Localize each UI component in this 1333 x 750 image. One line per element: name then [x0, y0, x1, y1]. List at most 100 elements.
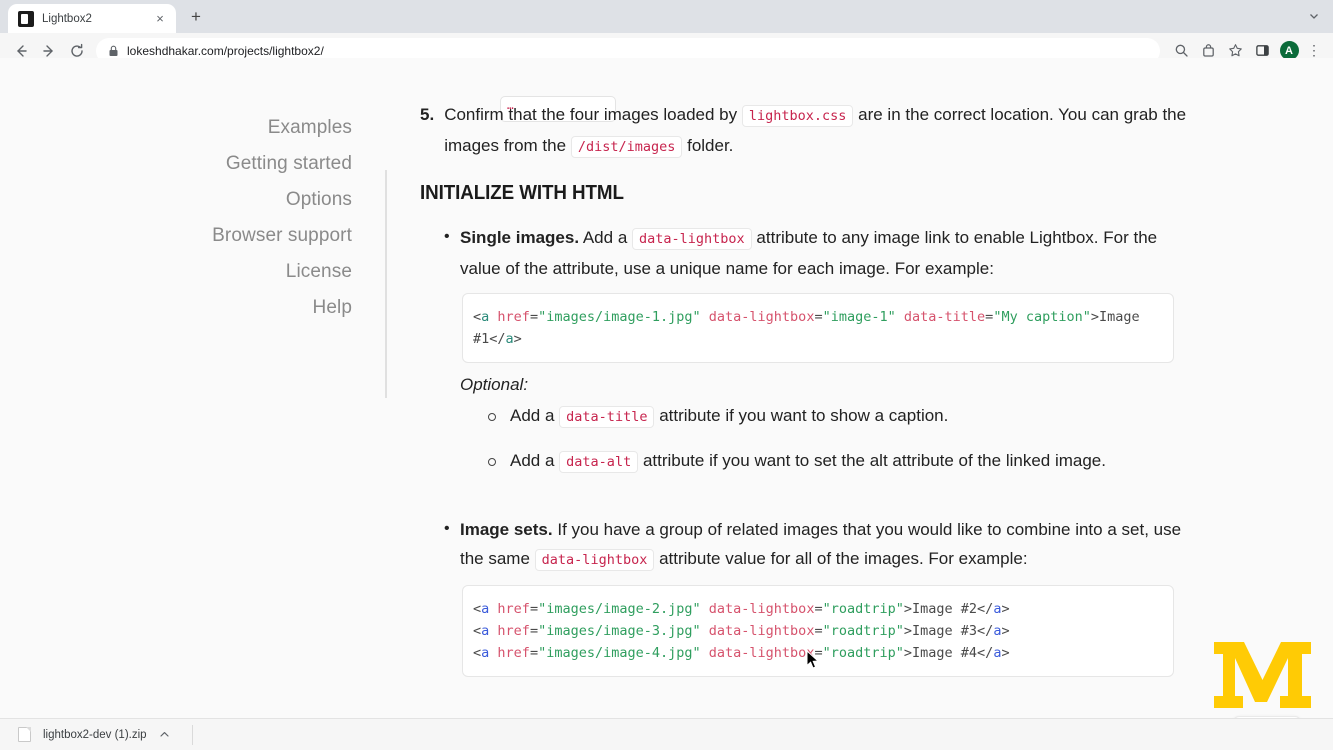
code2-l1-attr2: data-lightbox: [708, 601, 815, 617]
code-value-data-lightbox: "image-1": [822, 309, 896, 325]
code2-l2-val2: "roadtrip": [822, 623, 904, 639]
step-text-part3: folder.: [687, 136, 734, 155]
code2-l1-tag: a: [481, 601, 490, 617]
instruction-list: Single images. Add a data-lightbox attri…: [420, 222, 1200, 283]
code2-l1-val1: "images/image-2.jpg": [538, 601, 701, 617]
inline-code-data-title: data-title: [559, 406, 655, 428]
sidebar-nav: Examples Getting started Options Browser…: [0, 110, 370, 326]
code-value-href: "images/image-1.jpg": [538, 309, 701, 325]
code2-l2-tag: a: [481, 623, 490, 639]
code-gt: >: [1090, 309, 1099, 325]
code2-l3-text: Image #4: [912, 645, 978, 661]
list-item-single-images: Single images. Add a data-lightbox attri…: [420, 222, 1200, 283]
optional-list: Add a data-title attribute if you want t…: [484, 401, 1200, 477]
code2-l1-cgt: >: [1001, 601, 1010, 617]
sidebar-item-license[interactable]: License: [0, 254, 352, 290]
code-attr-href: href: [497, 309, 530, 325]
tab-title: Lightbox2: [42, 12, 92, 25]
bullet-strong-label-2: Image sets.: [460, 520, 553, 539]
code2-l1-gt: >: [903, 601, 913, 617]
code2-l2-text: Image #3: [912, 623, 978, 639]
code2-l1-open: <: [473, 601, 482, 617]
code-tag-name: a: [481, 309, 490, 325]
code2-l3-close: </: [977, 645, 994, 661]
address-bar-url: lokeshdhakar.com/projects/lightbox2/: [127, 43, 324, 58]
page-title: INITIALIZE WITH HTML: [420, 182, 624, 204]
code-open-bracket: <: [473, 309, 482, 325]
inline-code-data-lightbox-2: data-lightbox: [534, 549, 655, 571]
optional-label: Optional:: [460, 375, 529, 394]
sidebar-item-getting-started[interactable]: Getting started: [0, 146, 352, 182]
step-text-part1: Confirm that the four images loaded by: [444, 105, 738, 124]
bullet-text-part2-2: attribute value for all of the images. F…: [659, 549, 1028, 568]
instruction-list-2: Image sets. If you have a group of relat…: [420, 514, 1200, 575]
code-close-open: </: [489, 331, 506, 347]
code2-l2-cgt: >: [1001, 623, 1010, 639]
chevron-up-icon[interactable]: [159, 729, 170, 740]
university-of-michigan-m-logo: [1210, 636, 1315, 714]
code2-l1-val2: "roadtrip": [822, 601, 904, 617]
file-icon: [18, 727, 31, 742]
step-5: 5. Confirm that the four images loaded b…: [420, 100, 1200, 162]
new-tab-button[interactable]: +: [182, 3, 210, 31]
browser-menu-icon[interactable]: ⋮: [1303, 42, 1325, 59]
download-file-name: lightbox2-dev (1).zip: [43, 728, 147, 741]
code-close-tag-name: a: [505, 331, 514, 347]
code2-l3-cgt: >: [1001, 645, 1010, 661]
sidebar-divider: [385, 170, 387, 398]
code-equals-1: =: [529, 309, 539, 325]
code2-l3-attr2: data-lightbox: [708, 645, 815, 661]
code2-l2-attr2: data-lightbox: [708, 623, 815, 639]
code-value-data-title: "My caption": [993, 309, 1091, 325]
code2-l2-attr1: href: [497, 623, 530, 639]
download-item[interactable]: lightbox2-dev (1).zip: [14, 722, 180, 748]
close-icon[interactable]: ×: [152, 11, 168, 27]
inline-code-dist-images: /dist/images: [570, 136, 683, 158]
lightbox-favicon: [18, 10, 34, 27]
list-item-data-title: Add a data-title attribute if you want t…: [484, 401, 1200, 432]
lock-icon: [108, 45, 119, 57]
subbullet-part2-a: attribute if you want to show a caption.: [659, 406, 949, 425]
tab-strip: Lightbox2 × +: [0, 0, 1333, 33]
download-shelf: lightbox2-dev (1).zip: [0, 718, 1333, 750]
browser-tab[interactable]: Lightbox2 ×: [8, 4, 176, 33]
code2-l3-val1: "images/image-4.jpg": [538, 645, 701, 661]
code2-l2-close: </: [977, 623, 994, 639]
bullet-text-part1: Add a: [582, 228, 628, 247]
step-text: Confirm that the four images loaded by l…: [444, 100, 1200, 162]
code-close-gt: >: [513, 331, 522, 347]
bullet-strong-label: Single images.: [460, 228, 580, 247]
sidebar-item-help[interactable]: Help: [0, 290, 352, 326]
main-content: 5. Confirm that the four images loaded b…: [420, 100, 1200, 687]
code2-l1-close: </: [977, 601, 994, 617]
list-item-data-alt: Add a data-alt attribute if you want to …: [484, 446, 1200, 477]
subbullet-part2-b: attribute if you want to set the alt att…: [642, 451, 1106, 470]
browser-window: Lightbox2 × + lokeshdhakar.com/projects/…: [0, 0, 1333, 750]
page-viewport: … Examples Getting started Options Brows…: [0, 58, 1333, 718]
code2-l3-gt: >: [903, 645, 913, 661]
inline-code-data-lightbox: data-lightbox: [632, 228, 752, 250]
code2-l1-text: Image #2: [912, 601, 978, 617]
step-number: 5.: [420, 105, 435, 124]
chevron-down-icon[interactable]: [1301, 3, 1327, 29]
code2-l3-open: <: [473, 645, 482, 661]
shelf-divider: [191, 724, 193, 745]
sidebar-item-options[interactable]: Options: [0, 182, 352, 218]
code2-l3-attr1: href: [497, 645, 530, 661]
code2-l2-gt: >: [903, 623, 913, 639]
mouse-cursor: [806, 650, 820, 670]
inline-code-lightbox-css: lightbox.css: [741, 105, 854, 127]
code2-l2-open: <: [473, 623, 482, 639]
code-attr-data-title: data-title: [903, 309, 986, 325]
subbullet-part1-a: Add a: [510, 406, 555, 425]
sidebar-item-examples[interactable]: Examples: [0, 110, 352, 146]
list-item-image-sets: Image sets. If you have a group of relat…: [420, 514, 1200, 575]
code2-l3-tag: a: [481, 645, 490, 661]
code-attr-data-lightbox: data-lightbox: [708, 309, 815, 325]
code-block-single-image: <a href="images/image-1.jpg" data-lightb…: [462, 293, 1174, 363]
sidebar-item-browser-support[interactable]: Browser support: [0, 218, 352, 254]
code2-l3-val2: "roadtrip": [822, 645, 904, 661]
subbullet-part1-b: Add a: [510, 451, 555, 470]
code-equals-2: =: [814, 309, 823, 325]
code2-l1-attr1: href: [497, 601, 530, 617]
